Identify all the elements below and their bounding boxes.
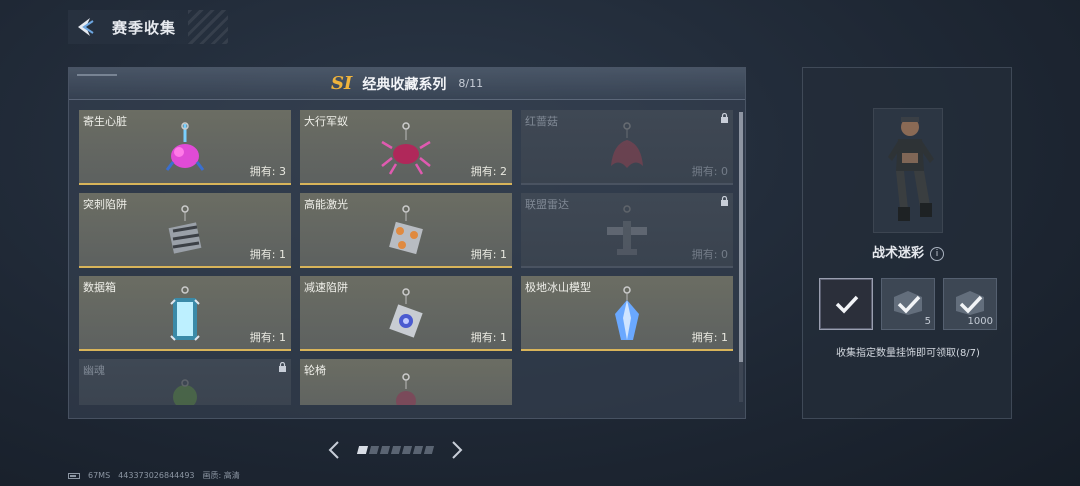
page-dot[interactable] [412,446,424,454]
owned-count: 拥有: 0 [691,248,728,261]
soldier-figure-icon [888,117,934,221]
charm-name: 红蔷菇 [525,115,558,128]
data-box-charm-icon [170,286,200,341]
reward-tiers: 5 1000 [819,278,997,330]
charm-name: 联盟雷达 [525,198,569,211]
tier-count: 1000 [967,316,993,327]
collection-title: 经典收藏系列 [362,76,447,93]
charm-name: 大行军蚁 [304,115,348,128]
iceberg-charm-icon [615,286,639,340]
charm-name: 数据箱 [83,281,116,294]
wheelchair-charm-icon [396,373,416,405]
charm-name: 极地冰山模型 [525,281,591,294]
charm-card[interactable]: 数据箱拥有: 1 [79,276,291,351]
page-dot[interactable] [379,446,391,454]
charm-card[interactable]: 幽魂 [79,359,291,405]
status-bar: 67MS 443373026844493 画质: 高清 [68,470,240,481]
header-stripes [188,10,228,44]
radar-charm-icon [607,205,647,255]
charm-card[interactable]: 联盟雷达拥有: 0 [521,193,733,268]
spike-trap-charm-icon [168,205,202,254]
tier-count: 5 [924,316,931,327]
lock-icon [279,362,286,372]
check-icon [835,295,859,314]
owned-count: 拥有: 1 [691,331,728,344]
reward-tier[interactable]: 1000 [943,278,997,330]
charm-card[interactable]: 突刺陷阱拥有: 1 [79,193,291,268]
page-title: 赛季收集 [112,18,177,37]
owned-count: 拥有: 1 [470,331,507,344]
owned-count: 拥有: 2 [470,165,507,178]
owned-count: 拥有: 1 [249,248,286,261]
prev-page-button[interactable] [326,438,342,462]
collection-header: SI 经典收藏系列 8/11 [69,68,745,100]
reward-title: 战术迷彩 i [803,242,1013,261]
owned-count: 拥有: 1 [249,331,286,344]
charm-card[interactable]: 寄生心脏拥有: 3 [79,110,291,185]
charm-name: 高能激光 [304,198,348,211]
charm-name: 幽魂 [83,364,105,377]
check-icon [897,295,921,314]
charm-name: 突刺陷阱 [83,198,127,211]
ping-readout: 67MS [88,471,111,480]
parasite-heart-charm-icon [165,122,205,171]
charm-name: 减速陷阱 [304,281,348,294]
next-page-button[interactable] [449,438,465,462]
page-dot[interactable] [390,446,402,454]
collection-panel: SI 经典收藏系列 8/11 寄生心脏 拥有: 3 大行军蚁 拥有: 2 红蔷菇 拥有: … [68,67,746,419]
season-badge: SI [330,73,353,94]
back-button[interactable] [68,10,102,44]
charm-card[interactable]: 大行军蚁拥有: 2 [300,110,512,185]
reward-name-label: 战术迷彩 [871,246,924,261]
scrollbar-thumb[interactable] [739,112,743,362]
user-id: 443373026844493 [118,471,195,480]
reward-tier[interactable]: 5 [881,278,935,330]
lock-icon [721,196,728,206]
laser-charm-icon [389,205,423,255]
pager [326,438,486,462]
charm-card[interactable]: 减速陷阱拥有: 1 [300,276,512,351]
chevron-right-icon [452,441,463,459]
charm-card[interactable]: 高能激光拥有: 1 [300,193,512,268]
reward-panel: 战术迷彩 i 5 1000 收集指定数量挂饰即可领取(8/7) [802,67,1012,419]
lock-icon [721,113,728,123]
top-bar: 赛季收集 [68,10,228,44]
page-dot[interactable] [401,446,413,454]
page-dot[interactable] [356,446,369,454]
army-ant-charm-icon [381,122,431,175]
header-decoration [77,74,117,76]
info-icon[interactable]: i [930,246,944,261]
page-dot[interactable] [423,446,435,454]
charm-grid: 寄生心脏 拥有: 3 大行军蚁 拥有: 2 红蔷菇 拥有: 0 突刺陷阱 拥有: 1 高能激光拥… [79,110,734,405]
charm-card[interactable]: 轮椅 [300,359,512,405]
charm-card[interactable]: 极地冰山模型拥有: 1 [521,276,733,351]
reward-description: 收集指定数量挂饰即可领取(8/7) [836,348,980,359]
reward-tier[interactable] [819,278,873,330]
ghost-charm-icon [173,379,197,405]
owned-count: 拥有: 1 [470,248,507,261]
character-portrait [873,108,943,233]
owned-count: 拥有: 0 [691,165,728,178]
quality-readout: 画质: 高清 [202,471,240,480]
red-mushroom-charm-icon [611,122,643,168]
collection-progress: 8/11 [458,77,484,90]
battery-icon [68,472,80,479]
page-dot[interactable] [368,446,380,454]
charm-name: 轮椅 [304,364,326,377]
check-icon [959,295,983,314]
charm-name: 寄生心脏 [83,115,127,128]
charm-card[interactable]: 红蔷菇拥有: 0 [521,110,733,185]
owned-count: 拥有: 3 [249,165,286,178]
slow-trap-charm-icon [389,288,423,338]
back-arrow-icon [78,18,94,36]
page-dots [356,446,435,454]
chevron-left-icon [328,441,339,459]
